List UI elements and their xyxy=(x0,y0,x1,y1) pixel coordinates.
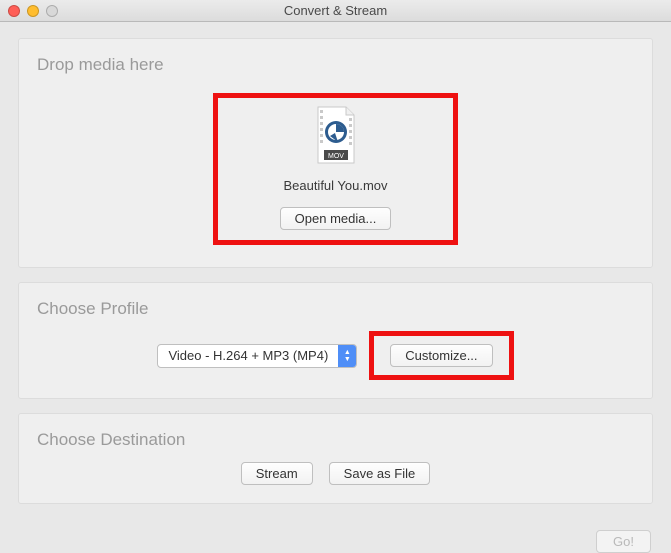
customize-button[interactable]: Customize... xyxy=(390,344,492,367)
stream-button[interactable]: Stream xyxy=(241,462,313,485)
drop-media-title: Drop media here xyxy=(37,55,636,75)
profile-select-value: Video - H.264 + MP3 (MP4) xyxy=(158,345,338,367)
titlebar: Convert & Stream xyxy=(0,0,671,22)
window-title: Convert & Stream xyxy=(0,3,671,18)
profile-select[interactable]: Video - H.264 + MP3 (MP4) ▲▼ xyxy=(157,344,357,368)
destination-row: Stream Save as File xyxy=(35,462,636,485)
save-as-file-button[interactable]: Save as File xyxy=(329,462,431,485)
footer: Go! xyxy=(0,526,671,553)
choose-destination-title: Choose Destination xyxy=(37,430,636,450)
choose-profile-title: Choose Profile xyxy=(37,299,636,319)
annotation-highlight: Customize... xyxy=(369,331,513,380)
window-body: Drop media here xyxy=(0,22,671,526)
choose-profile-panel: Choose Profile Video - H.264 + MP3 (MP4)… xyxy=(18,282,653,399)
open-media-button[interactable]: Open media... xyxy=(280,207,392,230)
profile-row: Video - H.264 + MP3 (MP4) ▲▼ Customize..… xyxy=(35,331,636,380)
file-ext-badge: MOV xyxy=(328,153,344,160)
updown-arrows-icon: ▲▼ xyxy=(338,345,356,367)
drop-media-panel: Drop media here xyxy=(18,38,653,268)
go-button: Go! xyxy=(596,530,651,553)
choose-destination-panel: Choose Destination Stream Save as File xyxy=(18,413,653,504)
annotation-highlight: MOV Beautiful You.mov Open media... xyxy=(213,93,459,245)
drop-area[interactable]: MOV Beautiful You.mov Open media... xyxy=(35,87,636,249)
video-file-icon: MOV xyxy=(312,106,360,164)
dropped-file-name: Beautiful You.mov xyxy=(283,178,387,193)
